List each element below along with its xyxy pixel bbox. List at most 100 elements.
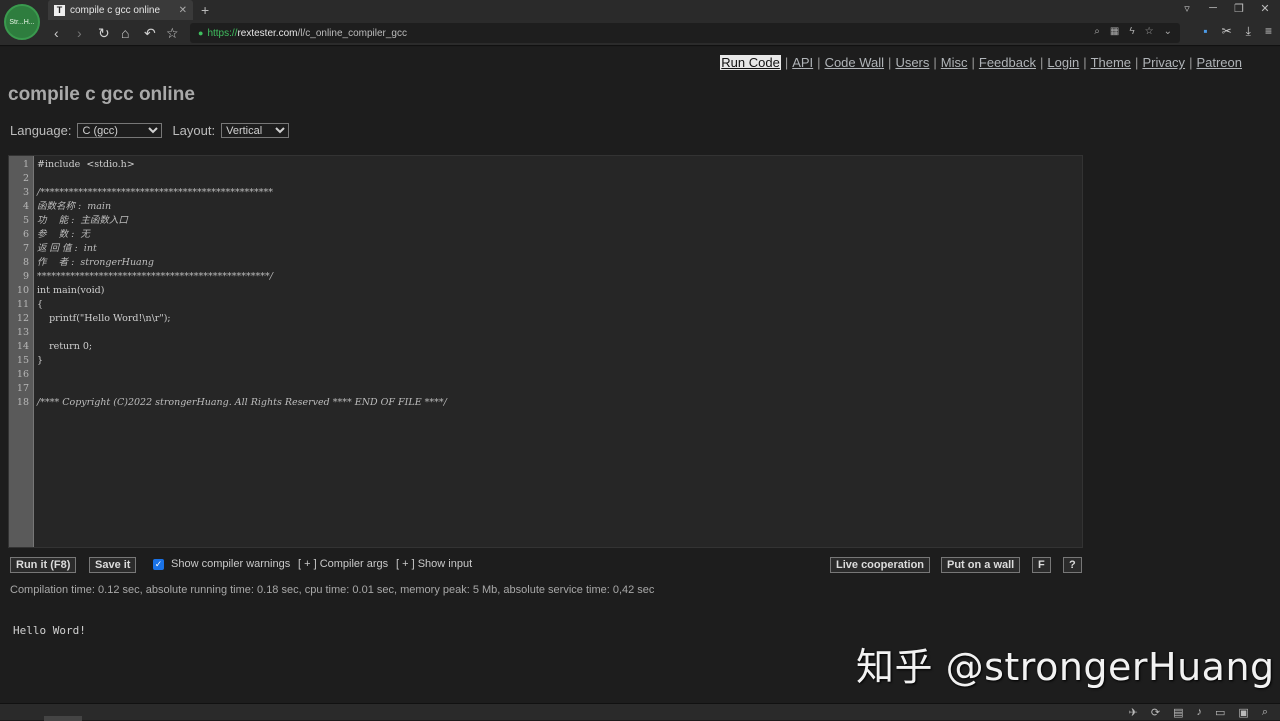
line-number: 13 xyxy=(16,327,29,338)
code-text: { xyxy=(37,299,44,310)
nav-api[interactable]: API xyxy=(792,55,813,70)
nav-login[interactable]: Login xyxy=(1047,55,1079,70)
live-cooperation-button[interactable]: Live cooperation xyxy=(830,557,931,573)
bookmark-star-icon[interactable]: ☆ xyxy=(166,24,179,42)
show-input-toggle[interactable]: [ + ] Show input xyxy=(396,558,472,570)
code-editor[interactable]: 1 #include <stdio.h> 2 3 /******************… xyxy=(8,155,1083,548)
extension-icons: ▪ ✂ ⤓ ≡ xyxy=(1203,24,1272,39)
line-number: 14 xyxy=(16,341,29,352)
home-icon[interactable]: ⌂ xyxy=(121,24,129,42)
line-number: 3 xyxy=(22,187,29,198)
language-select[interactable]: C (gcc) xyxy=(77,123,163,138)
save-button[interactable]: Save it xyxy=(89,557,137,573)
status-icons: ✈ ⟳ ▤ ♪ ▭ ▣ ⌕ xyxy=(1129,706,1268,719)
page-title: compile c gcc online xyxy=(8,84,195,105)
code-line: 14 return 0; xyxy=(9,340,1082,354)
code-line: 2 xyxy=(9,172,1082,186)
nav-feedback[interactable]: Feedback xyxy=(979,55,1036,70)
status-scroll-tab xyxy=(44,716,82,721)
nav-theme[interactable]: Theme xyxy=(1091,55,1131,70)
compiler-options: Language: C (gcc) Layout: Vertical xyxy=(10,123,299,138)
window-icon[interactable]: ▭ xyxy=(1215,706,1225,719)
clipboard-icon[interactable]: ▤ xyxy=(1173,706,1183,719)
show-warnings-checkbox[interactable]: ✓ xyxy=(153,559,164,570)
undo-icon[interactable]: ↶ xyxy=(144,24,156,42)
search-icon[interactable]: ⌕ xyxy=(1094,26,1100,37)
apps-icon[interactable]: ▪ xyxy=(1203,24,1207,39)
line-number: 4 xyxy=(22,201,29,212)
layout-label: Layout: xyxy=(172,123,216,138)
browser-title-bar: T compile c gcc online ✕ + ▿ ─ ❐ ✕ xyxy=(0,0,1280,20)
line-number: 6 xyxy=(22,229,29,240)
zoom-icon[interactable]: ⌕ xyxy=(1262,706,1268,719)
tools-icon[interactable]: ✂ xyxy=(1222,24,1232,39)
line-number: 17 xyxy=(16,383,29,394)
nav-run-code[interactable]: Run Code xyxy=(720,55,781,70)
minimize-icon[interactable]: ─ xyxy=(1206,2,1220,15)
lock-icon: ● xyxy=(198,28,204,38)
rocket-icon[interactable]: ✈ xyxy=(1129,706,1138,719)
nav-users[interactable]: Users xyxy=(895,55,929,70)
pin-icon[interactable]: ▿ xyxy=(1180,2,1194,15)
compiler-args-toggle[interactable]: [ + ] Compiler args xyxy=(298,558,388,570)
run-button[interactable]: Run it (F8) xyxy=(10,557,77,573)
code-line: 18 /**** Copyright (C)2022 strongerHuang.… xyxy=(9,396,1082,410)
line-number: 5 xyxy=(22,215,29,226)
favorite-icon[interactable]: ☆ xyxy=(1145,26,1154,37)
reload-icon[interactable]: ↻ xyxy=(98,24,110,42)
code-line: 9 ***************************************… xyxy=(9,270,1082,284)
code-text: return 0; xyxy=(37,341,93,352)
address-bar[interactable]: ● https://rextester.com/l/c_online_compi… xyxy=(190,23,1180,43)
tab-title: compile c gcc online xyxy=(70,4,161,16)
language-label: Language: xyxy=(10,123,72,138)
forward-icon[interactable]: › xyxy=(77,24,82,42)
volume-icon[interactable]: ♪ xyxy=(1197,706,1203,719)
code-line: 13 xyxy=(9,326,1082,340)
nav-misc[interactable]: Misc xyxy=(941,55,968,70)
code-line: 1 #include <stdio.h> xyxy=(9,158,1082,172)
code-text: /***************************************… xyxy=(37,187,273,198)
menu-icon[interactable]: ≡ xyxy=(1265,24,1272,39)
code-text: #include <stdio.h> xyxy=(37,159,135,170)
browser-toolbar: ‹ › ↻ ⌂ ↶ ☆ ● https://rextester.com/l/c_… xyxy=(0,20,1280,46)
code-line: 6 参 数 : 无 xyxy=(9,228,1082,242)
url-host: rextester.com xyxy=(237,27,298,39)
nav-patreon[interactable]: Patreon xyxy=(1196,55,1242,70)
help-button[interactable]: ? xyxy=(1063,557,1082,573)
window-controls: ▿ ─ ❐ ✕ xyxy=(1180,2,1272,15)
qr-icon[interactable]: ▦ xyxy=(1110,26,1119,37)
code-text: 返 回 值 : int xyxy=(37,243,97,254)
nav-privacy[interactable]: Privacy xyxy=(1142,55,1185,70)
zhihu-watermark: 知乎 @strongerHuang xyxy=(856,645,1275,689)
chevron-down-icon[interactable]: ⌄ xyxy=(1164,26,1172,37)
lightning-icon[interactable]: ϟ xyxy=(1129,26,1134,37)
code-text: int main(void) xyxy=(37,285,105,296)
code-lines: 1 #include <stdio.h> 2 3 /******************… xyxy=(9,158,1082,410)
layout-select[interactable]: Vertical xyxy=(221,123,290,138)
tab-close-icon[interactable]: ✕ xyxy=(179,5,187,16)
nav-code-wall[interactable]: Code Wall xyxy=(825,55,884,70)
line-number: 1 xyxy=(22,159,29,170)
profile-avatar[interactable]: Str...H... xyxy=(4,4,40,40)
download-icon[interactable]: ⤓ xyxy=(1246,24,1251,39)
put-on-wall-button[interactable]: Put on a wall xyxy=(941,557,1021,573)
sync-icon[interactable]: ⟳ xyxy=(1151,706,1160,719)
compilation-stats: Compilation time: 0.12 sec, absolute run… xyxy=(10,584,655,596)
code-line: 11 { xyxy=(9,298,1082,312)
browser-status-bar: ✈ ⟳ ▤ ♪ ▭ ▣ ⌕ xyxy=(0,703,1280,721)
code-text: 参 数 : 无 xyxy=(37,229,90,240)
screenshot-icon[interactable]: ▣ xyxy=(1238,706,1248,719)
restore-icon[interactable]: ❐ xyxy=(1232,2,1246,15)
f-button[interactable]: F xyxy=(1032,557,1051,573)
back-icon[interactable]: ‹ xyxy=(54,24,59,42)
code-line: 12 printf("Hello Word!\n\r"); xyxy=(9,312,1082,326)
line-number: 16 xyxy=(16,369,29,380)
browser-tab[interactable]: T compile c gcc online ✕ xyxy=(48,0,193,20)
line-number: 10 xyxy=(16,285,29,296)
new-tab-icon[interactable]: + xyxy=(201,2,209,18)
code-line: 10 int main(void) xyxy=(9,284,1082,298)
close-icon[interactable]: ✕ xyxy=(1258,2,1272,15)
line-number: 8 xyxy=(22,257,29,268)
